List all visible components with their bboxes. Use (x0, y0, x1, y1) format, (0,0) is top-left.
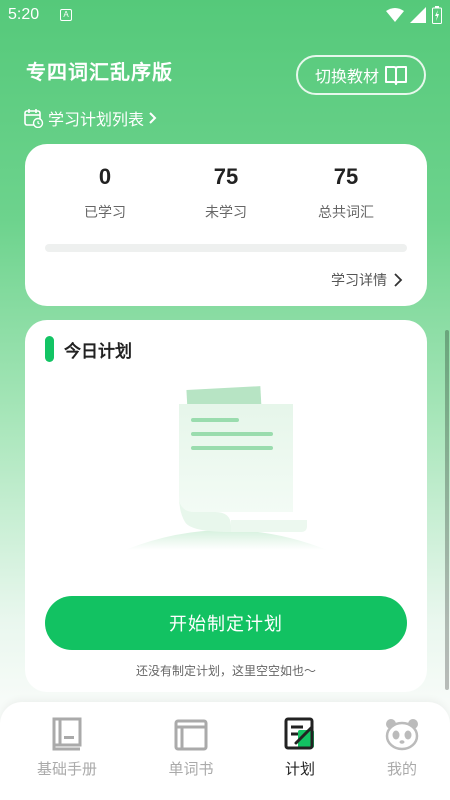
status-time: 5:20 (8, 6, 40, 23)
page-title: 专四词汇乱序版 (26, 60, 173, 84)
today-plan-card: 今日计划 开始制定计划 还没有制定计划，这里空空如也～ (25, 320, 427, 692)
stat-total-label: 总共词汇 (318, 205, 374, 221)
nav-label-wordbook: 单词书 (168, 760, 214, 778)
learning-detail-label: 学习详情 (331, 273, 387, 289)
plan-icon (284, 717, 314, 750)
learning-detail-link[interactable]: 学习详情 (331, 270, 403, 290)
today-plan-title: 今日计划 (64, 341, 132, 362)
chevron-right-icon (149, 112, 157, 124)
bottom-nav: 基础手册 单词书 计划 我的 (0, 702, 450, 800)
plan-list-label: 学习计划列表 (48, 110, 145, 129)
stat-learned-value: 0 (98, 164, 112, 189)
nav-item-handbook[interactable]: 基础手册 (17, 716, 117, 779)
today-plan-header: 今日计划 (45, 336, 132, 362)
stats-card: 0 已学习 75 未学习 75 总共词汇 学习详情 (25, 144, 427, 306)
stat-learned: 0 已学习 (45, 164, 165, 222)
plan-list-link[interactable]: 学习计划列表 (24, 106, 158, 130)
wordbook-icon (174, 719, 208, 751)
handbook-icon (52, 717, 82, 751)
stat-total-value: 75 (333, 164, 359, 189)
switch-textbook-button[interactable]: 切换教材 (296, 55, 426, 95)
scrollbar[interactable] (445, 330, 449, 690)
empty-document-illustration (125, 386, 327, 550)
stat-total: 75 总共词汇 (286, 164, 406, 222)
notification-a-icon: A (60, 9, 72, 21)
stat-learned-label: 已学习 (84, 205, 126, 221)
stat-unlearned: 75 未学习 (166, 164, 286, 222)
stat-unlearned-value: 75 (213, 164, 239, 189)
section-marker (45, 336, 54, 362)
signal-icon (410, 7, 426, 23)
nav-item-plan[interactable]: 计划 (250, 716, 350, 779)
stat-unlearned-label: 未学习 (205, 205, 247, 221)
switch-textbook-label: 切换教材 (314, 67, 379, 86)
status-icons (386, 6, 442, 24)
status-bar: 5:20 A (0, 0, 450, 32)
nav-label-mine: 我的 (386, 760, 417, 778)
nav-label-handbook: 基础手册 (36, 760, 97, 778)
chevron-right-icon (394, 273, 403, 287)
nav-item-wordbook[interactable]: 单词书 (141, 716, 241, 779)
calendar-clock-icon (24, 109, 44, 128)
book-open-icon (385, 66, 407, 85)
wifi-icon (386, 8, 404, 22)
empty-plan-note: 还没有制定计划，这里空空如也～ (135, 664, 316, 678)
nav-label-plan: 计划 (284, 760, 315, 778)
panda-icon (385, 719, 419, 751)
start-plan-button[interactable]: 开始制定计划 (45, 596, 407, 650)
learning-progress-bar (45, 244, 407, 252)
battery-icon (432, 6, 442, 24)
nav-item-mine[interactable]: 我的 (352, 716, 450, 779)
